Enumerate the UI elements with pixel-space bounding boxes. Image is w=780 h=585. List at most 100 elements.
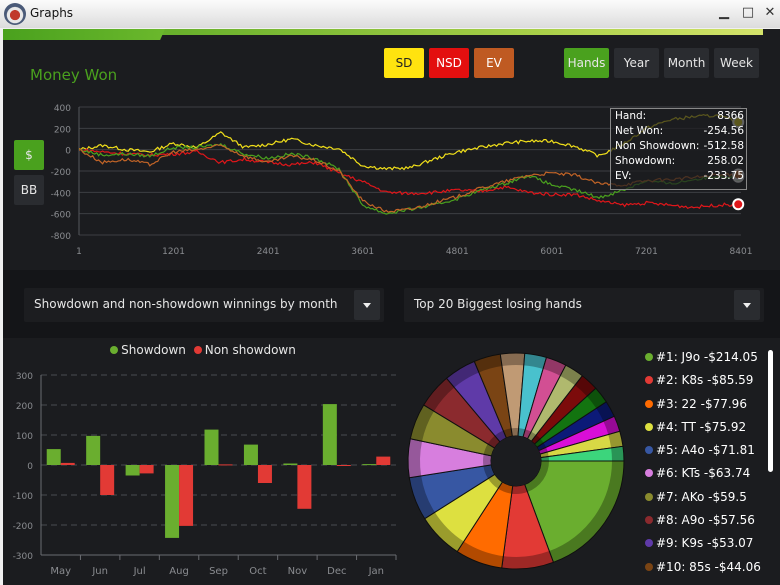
pie-chart-select-label: Top 20 Biggest losing hands (414, 297, 582, 311)
bar-showdown (46, 449, 61, 465)
y-tick-label: -200 (51, 168, 72, 178)
biggest-losing-hands-pie-chart (407, 352, 625, 570)
tooltip-row: Showdown: 258.02 (611, 154, 746, 169)
bar-showdown (362, 464, 377, 466)
pie-hole (491, 436, 541, 486)
tooltip-row: Non Showdown: -512.58 (611, 139, 746, 154)
x-tick-label: 1201 (162, 247, 185, 257)
bar-showdown (243, 444, 258, 465)
legend-label: #9: K9s -$53.07 (656, 536, 754, 551)
legend-dot (645, 376, 653, 385)
pie-legend-item[interactable]: #4: TT -$75.92 (645, 420, 761, 443)
legend-dot (645, 353, 653, 361)
tooltip-label: Non Showdown: (615, 140, 700, 152)
x-tick-label: May (50, 566, 71, 577)
x-tick-label: Dec (327, 566, 346, 577)
tooltip-row: Net Won: -254.56 (611, 124, 746, 139)
tooltip-row: Hand: 8366 (611, 109, 746, 124)
title-bar: Graphs ▁ □ ✕ (0, 0, 780, 28)
minimize-icon[interactable]: ▁ (714, 4, 734, 22)
y-tick-label: -400 (51, 189, 72, 199)
legend-label: #5: A4o -$71.81 (656, 443, 755, 458)
chevron-down-icon[interactable] (734, 290, 760, 320)
pie-legend-item[interactable]: #5: A4o -$71.81 (645, 443, 761, 466)
legend-label: #10: 85s -$44.06 (656, 559, 761, 574)
legend-dot (645, 562, 653, 571)
legend-dot (645, 446, 653, 455)
legend-label: #1: J9o -$214.05 (656, 350, 758, 364)
period-week-button[interactable]: Week (714, 48, 759, 78)
chart-selector-band: Showdown and non-showdown winnings by mo… (3, 270, 780, 338)
bar-chart-select[interactable]: Showdown and non-showdown winnings by mo… (24, 288, 384, 322)
dollar-unit-button[interactable]: $ (14, 140, 44, 170)
x-tick-label: 3601 (351, 247, 374, 257)
toggle-nsd-button[interactable]: NSD (429, 48, 469, 78)
x-tick-label: 1 (76, 247, 82, 257)
period-year-button[interactable]: Year (614, 48, 659, 78)
bar-showdown (165, 465, 180, 538)
legend-label: #6: KTs -$63.74 (656, 466, 751, 481)
toggle-sd-button[interactable]: SD (384, 48, 424, 78)
pie-chart-select[interactable]: Top 20 Biggest losing hands (404, 288, 764, 322)
y-tick-label: 200 (54, 125, 71, 135)
x-tick-label: 8401 (730, 247, 753, 257)
legend-dot (645, 399, 653, 408)
bar-chart-select-label: Showdown and non-showdown winnings by mo… (34, 297, 338, 311)
bb-unit-button[interactable]: BB (14, 175, 44, 205)
y-tick-label: 0 (65, 147, 71, 157)
bar-non-showdown (336, 465, 351, 466)
pie-legend-item[interactable]: #1: J9o -$214.05 (645, 350, 761, 373)
bar-non-showdown (179, 465, 194, 526)
x-tick-label: Aug (169, 566, 189, 577)
tooltip-value: 258.02 (707, 155, 744, 167)
y-tick-label: 100 (16, 432, 33, 442)
accent-tab (3, 29, 165, 40)
y-tick-label: 400 (54, 104, 71, 114)
legend-label: #4: TT -$75.92 (656, 419, 747, 434)
pie-legend: #1: J9o -$214.05 #2: K8s -$85.59 #3: 22 -$… (645, 350, 761, 583)
bar-showdown (86, 435, 101, 465)
pie-legend-item[interactable]: #6: KTs -$63.74 (645, 466, 761, 489)
bar-showdown (125, 465, 140, 476)
tooltip-label: EV: (615, 170, 632, 182)
money-won-title: Money Won (30, 66, 118, 84)
pie-legend-item[interactable]: #10: 85s -$44.06 (645, 560, 761, 583)
chevron-down-icon[interactable] (354, 290, 380, 320)
legend-label: #7: AKo -$59.5 (656, 489, 747, 504)
y-tick-label: 300 (16, 372, 33, 382)
bar-non-showdown (376, 456, 391, 465)
y-tick-label: 200 (16, 402, 33, 412)
pie-legend-item[interactable]: #3: 22 -$77.96 (645, 397, 761, 420)
window-title: Graphs (30, 6, 74, 20)
bar-non-showdown (60, 462, 75, 465)
toggle-ev-button[interactable]: EV (474, 48, 514, 78)
legend-dot (645, 516, 653, 525)
y-tick-label: -200 (13, 522, 34, 532)
maximize-icon[interactable]: □ (738, 4, 758, 22)
period-month-button[interactable]: Month (664, 48, 709, 78)
pie-legend-item[interactable]: #2: K8s -$85.59 (645, 373, 761, 396)
close-icon[interactable]: ✕ (760, 4, 780, 22)
y-tick-label: -600 (51, 211, 72, 221)
legend-dot (645, 469, 653, 478)
series-end-marker (732, 198, 745, 211)
pie-legend-item[interactable]: #7: AKo -$59.5 (645, 490, 761, 513)
tooltip-label: Net Won: (615, 125, 664, 137)
pie-legend-item[interactable]: #8: A9o -$57.56 (645, 513, 761, 536)
legend-scrollbar[interactable] (768, 350, 773, 472)
bar-non-showdown (218, 464, 233, 466)
tooltip-label: Hand: (615, 110, 647, 122)
x-tick-label: Sep (209, 566, 228, 577)
x-tick-label: 6001 (540, 247, 563, 257)
bar-showdown (204, 429, 219, 465)
period-hands-button[interactable]: Hands (564, 48, 609, 78)
bar-non-showdown (257, 465, 272, 483)
legend-dot (645, 539, 653, 548)
legend-label: #8: A9o -$57.56 (656, 513, 755, 528)
y-tick-label: -100 (13, 492, 34, 502)
non-showdown-legend-dot (193, 346, 202, 354)
pie-slice-rim (408, 438, 423, 478)
tooltip-value: -512.58 (703, 140, 744, 152)
showdown-legend-dot (110, 346, 119, 354)
pie-legend-item[interactable]: #9: K9s -$53.07 (645, 536, 761, 559)
